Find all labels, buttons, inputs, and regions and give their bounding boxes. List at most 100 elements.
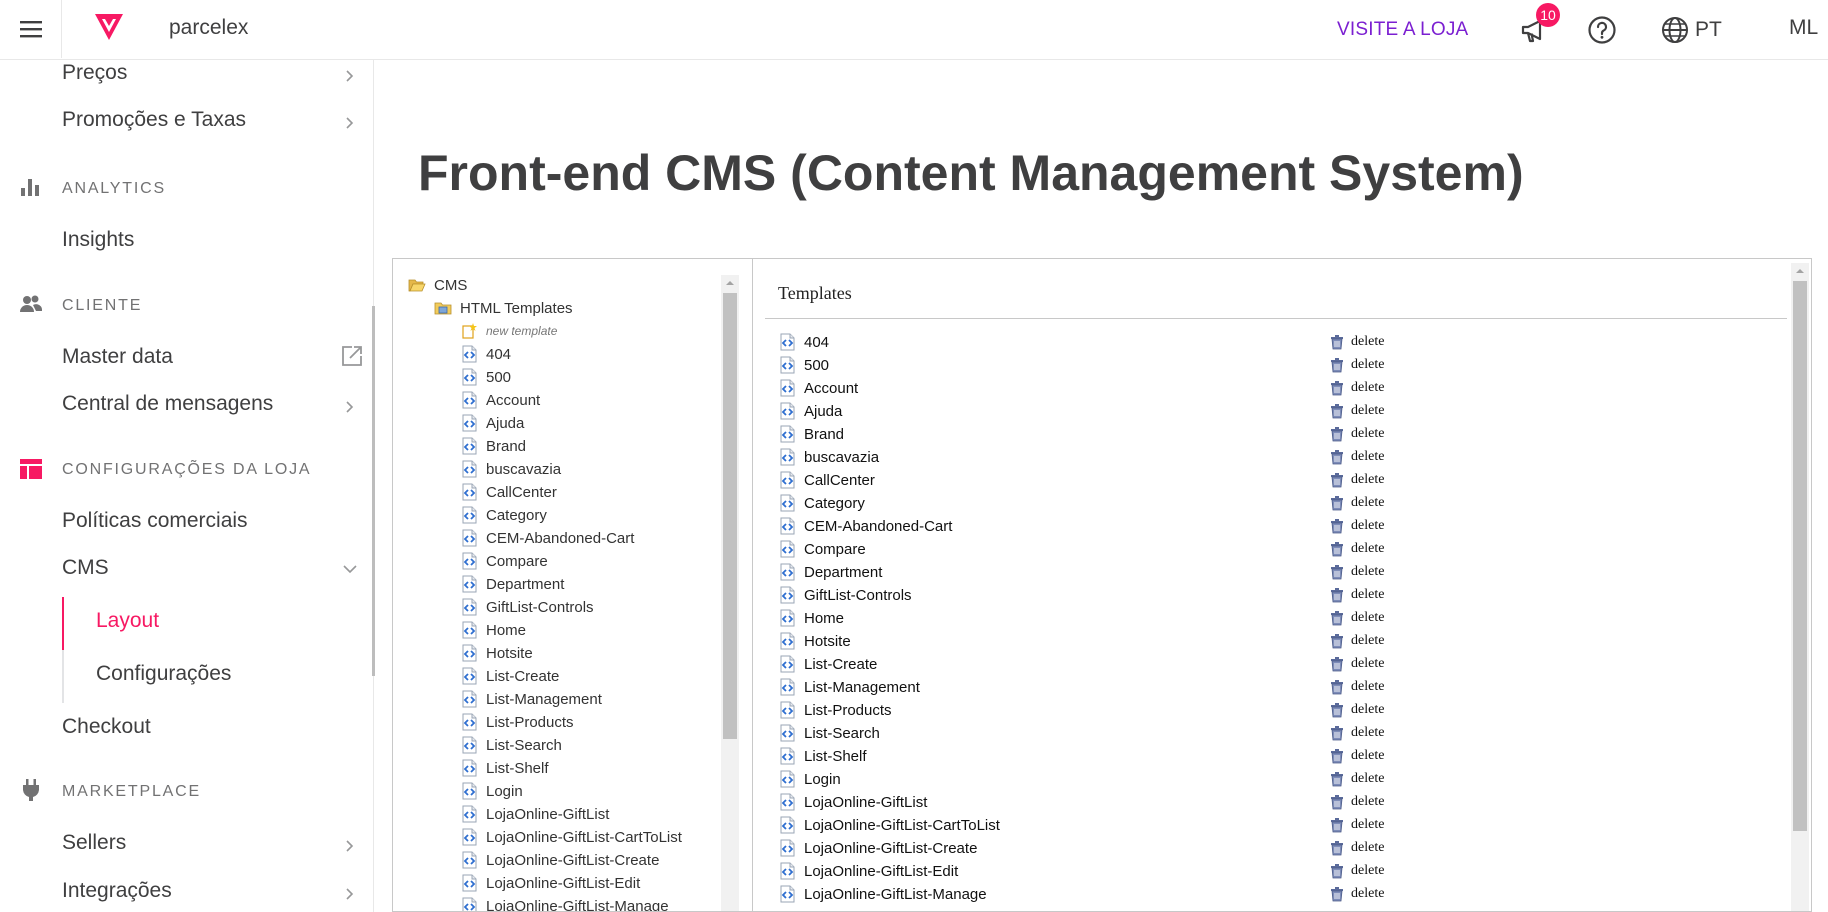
templates-scrollbar-thumb[interactable]: [1793, 281, 1807, 831]
sidebar-subitem-configuracoes[interactable]: Configurações: [96, 662, 231, 686]
sidebar-item-master-data[interactable]: Master data: [62, 345, 173, 369]
template-link[interactable]: Account: [778, 378, 858, 398]
delete-template-button[interactable]: delete: [1329, 447, 1384, 467]
visit-store-link[interactable]: VISITE A LOJA: [1337, 19, 1468, 41]
delete-template-button[interactable]: delete: [1329, 838, 1384, 858]
tree-new-template[interactable]: new template: [460, 321, 557, 341]
template-link[interactable]: LojaOnline-GiftList: [778, 792, 927, 812]
tree-template-item[interactable]: CallCenter: [460, 482, 557, 502]
tree-template-item[interactable]: List-Products: [460, 712, 574, 732]
tree-template-item[interactable]: Login: [460, 781, 523, 801]
tree-template-item[interactable]: 500: [460, 367, 511, 387]
tree-template-item[interactable]: LojaOnline-GiftList: [460, 804, 609, 824]
delete-template-button[interactable]: delete: [1329, 723, 1384, 743]
tree-template-item[interactable]: LojaOnline-GiftList-Edit: [460, 873, 640, 893]
template-link[interactable]: CEM-Abandoned-Cart: [778, 516, 952, 536]
template-link[interactable]: Hotsite: [778, 631, 851, 651]
delete-template-button[interactable]: delete: [1329, 470, 1384, 490]
delete-template-button[interactable]: delete: [1329, 539, 1384, 559]
tree-template-item[interactable]: CEM-Abandoned-Cart: [460, 528, 634, 548]
delete-template-button[interactable]: delete: [1329, 792, 1384, 812]
scroll-up-arrow-icon[interactable]: [1793, 265, 1807, 277]
language-selector[interactable]: PT: [1661, 15, 1722, 45]
tree-template-item[interactable]: buscavazia: [460, 459, 561, 479]
template-link[interactable]: Brand: [778, 424, 844, 444]
template-link[interactable]: LojaOnline-GiftList-Manage: [778, 884, 987, 904]
delete-template-button[interactable]: delete: [1329, 378, 1384, 398]
template-link[interactable]: CallCenter: [778, 470, 875, 490]
help-icon[interactable]: [1587, 15, 1617, 45]
tree-template-item[interactable]: Account: [460, 390, 540, 410]
external-link-icon[interactable]: [341, 345, 363, 367]
delete-template-button[interactable]: delete: [1329, 884, 1384, 904]
delete-template-button[interactable]: delete: [1329, 631, 1384, 651]
tree-root-cms[interactable]: CMS: [408, 275, 467, 295]
tree-template-item[interactable]: Home: [460, 620, 526, 640]
template-link[interactable]: List-Create: [778, 654, 877, 674]
template-link[interactable]: Login: [778, 769, 841, 789]
template-link[interactable]: 404: [778, 332, 829, 352]
tree-template-item[interactable]: 404: [460, 344, 511, 364]
tree-folder-html-templates[interactable]: HTML Templates: [434, 298, 573, 318]
delete-template-button[interactable]: delete: [1329, 654, 1384, 674]
sidebar-item-sellers[interactable]: Sellers: [62, 831, 126, 855]
template-link[interactable]: List-Products: [778, 700, 892, 720]
delete-template-button[interactable]: delete: [1329, 677, 1384, 697]
delete-template-button[interactable]: delete: [1329, 355, 1384, 375]
hamburger-menu-button[interactable]: [0, 0, 62, 58]
tree-template-item[interactable]: LojaOnline-GiftList-CartToList: [460, 827, 682, 847]
delete-template-button[interactable]: delete: [1329, 516, 1384, 536]
delete-template-button[interactable]: delete: [1329, 401, 1384, 421]
sidebar-item-integracoes[interactable]: Integrações: [62, 879, 172, 903]
template-link[interactable]: Department: [778, 562, 882, 582]
delete-template-button[interactable]: delete: [1329, 815, 1384, 835]
delete-template-button[interactable]: delete: [1329, 769, 1384, 789]
tree-template-item[interactable]: Department: [460, 574, 564, 594]
tree-template-item[interactable]: Ajuda: [460, 413, 524, 433]
sidebar-subitem-layout[interactable]: Layout: [96, 609, 159, 633]
sidebar-item-politicas[interactable]: Políticas comerciais: [62, 509, 248, 533]
template-link[interactable]: 500: [778, 355, 829, 375]
tree-template-item[interactable]: List-Create: [460, 666, 559, 686]
vtex-logo-icon[interactable]: [92, 12, 126, 42]
template-link[interactable]: LojaOnline-GiftList-Create: [778, 838, 977, 858]
delete-template-button[interactable]: delete: [1329, 424, 1384, 444]
template-link[interactable]: List-Search: [778, 723, 880, 743]
template-link[interactable]: Home: [778, 608, 844, 628]
template-link[interactable]: Category: [778, 493, 865, 513]
template-link[interactable]: Compare: [778, 539, 866, 559]
delete-template-button[interactable]: delete: [1329, 332, 1384, 352]
delete-template-button[interactable]: delete: [1329, 562, 1384, 582]
tree-template-item[interactable]: LojaOnline-GiftList-Manage: [460, 896, 669, 911]
delete-template-button[interactable]: delete: [1329, 493, 1384, 513]
sidebar-item-promocoes[interactable]: Promoções e Taxas: [62, 108, 246, 132]
template-link[interactable]: LojaOnline-GiftList-CartToList: [778, 815, 1000, 835]
template-link[interactable]: GiftList-Controls: [778, 585, 912, 605]
sidebar-item-checkout[interactable]: Checkout: [62, 715, 151, 739]
tree-template-item[interactable]: List-Shelf: [460, 758, 549, 778]
template-link[interactable]: List-Management: [778, 677, 920, 697]
tree-template-item[interactable]: LojaOnline-GiftList-Create: [460, 850, 659, 870]
sidebar-item-central-mensagens[interactable]: Central de mensagens: [62, 392, 273, 416]
tree-template-item[interactable]: List-Search: [460, 735, 562, 755]
template-link[interactable]: LojaOnline-GiftList-Edit: [778, 861, 958, 881]
sidebar-item-cms[interactable]: CMS: [62, 556, 109, 580]
delete-template-button[interactable]: delete: [1329, 861, 1384, 881]
sidebar-item-insights[interactable]: Insights: [62, 228, 134, 252]
delete-template-button[interactable]: delete: [1329, 700, 1384, 720]
template-link[interactable]: List-Shelf: [778, 746, 867, 766]
scroll-up-arrow-icon[interactable]: [723, 277, 737, 289]
tree-scrollbar-thumb[interactable]: [723, 293, 737, 739]
tree-template-item[interactable]: Compare: [460, 551, 548, 571]
sidebar-scrollbar[interactable]: [372, 306, 375, 676]
tree-template-item[interactable]: Category: [460, 505, 547, 525]
delete-template-button[interactable]: delete: [1329, 608, 1384, 628]
tree-template-item[interactable]: Brand: [460, 436, 526, 456]
tree-template-item[interactable]: GiftList-Controls: [460, 597, 594, 617]
template-link[interactable]: Ajuda: [778, 401, 842, 421]
sidebar-item-precos[interactable]: Preços: [62, 61, 127, 85]
delete-template-button[interactable]: delete: [1329, 746, 1384, 766]
user-avatar[interactable]: ML: [1789, 16, 1818, 40]
tree-template-item[interactable]: Hotsite: [460, 643, 533, 663]
tree-template-item[interactable]: List-Management: [460, 689, 602, 709]
